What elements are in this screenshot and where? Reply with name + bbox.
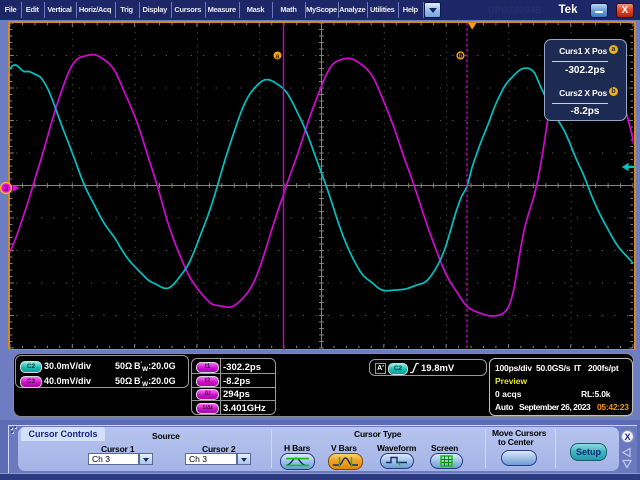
svg-text:b: b bbox=[459, 54, 463, 60]
svg-text:3: 3 bbox=[4, 184, 9, 193]
svg-text:a: a bbox=[276, 53, 280, 60]
